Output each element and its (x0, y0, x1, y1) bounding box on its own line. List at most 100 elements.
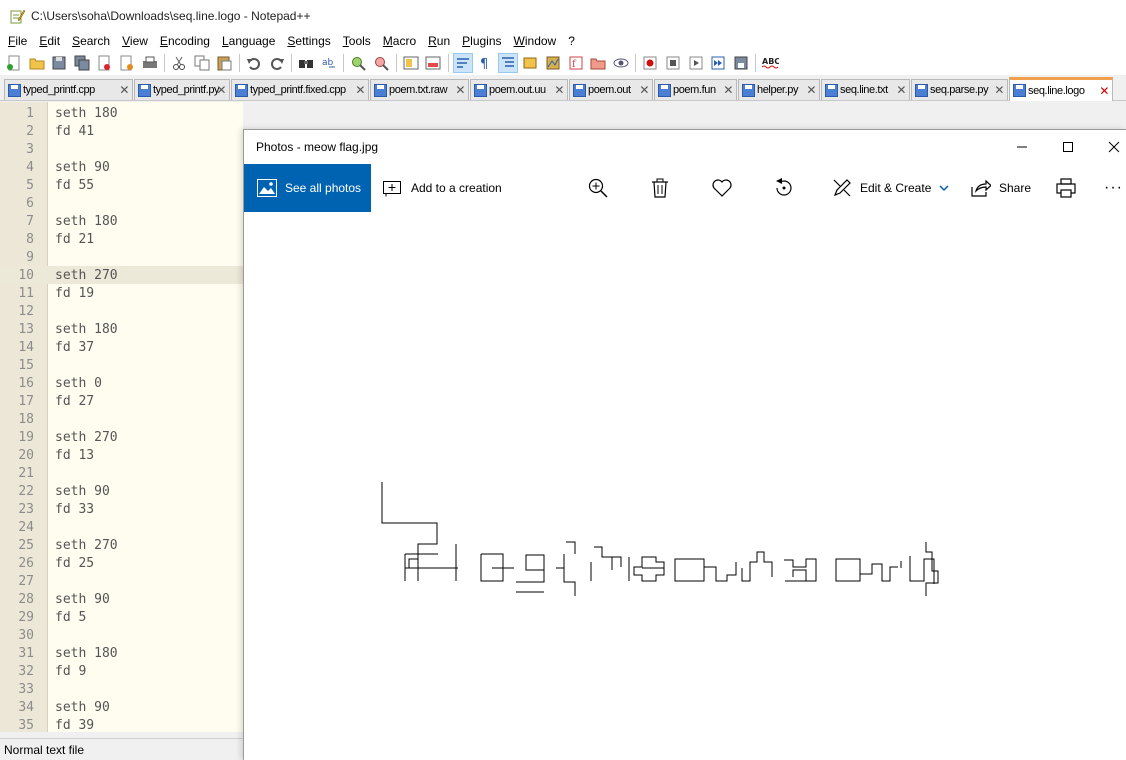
tab-poem-fun[interactable]: poem.fun ✕ (654, 79, 737, 100)
function-list-icon[interactable]: f (566, 53, 586, 73)
zoom-in-icon[interactable] (348, 53, 368, 73)
zoom-out-icon[interactable] (371, 53, 391, 73)
editor-line[interactable]: 2 fd 41 (0, 122, 243, 140)
close-button[interactable] (1091, 130, 1126, 164)
tab-close-icon[interactable]: ✕ (216, 83, 226, 97)
editor-line[interactable]: 22 seth 90 (0, 482, 243, 500)
indent-guide-icon[interactable] (497, 53, 518, 73)
menu-window[interactable]: Window (508, 34, 563, 48)
tab-poem-out-uu[interactable]: poem.out.uu ✕ (470, 79, 568, 100)
play-macro-icon[interactable] (686, 53, 706, 73)
sync-vertical-icon[interactable] (401, 53, 421, 73)
favorite-button[interactable] (711, 164, 733, 212)
editor-line[interactable]: 25 seth 270 (0, 536, 243, 554)
editor-line[interactable]: 30 (0, 626, 243, 644)
tab-close-icon[interactable]: ✕ (455, 83, 465, 97)
print-icon[interactable] (140, 53, 160, 73)
editor-line[interactable]: 35 fd 39 (0, 716, 243, 733)
undo-icon[interactable] (244, 53, 264, 73)
menu-help[interactable]: ? (562, 34, 581, 48)
see-all-photos-button[interactable]: See all photos (244, 164, 371, 212)
record-macro-icon[interactable] (640, 53, 660, 73)
tab-typed-printf-py[interactable]: typed_printf.py ✕ (134, 79, 230, 100)
tab-close-icon[interactable]: ✕ (806, 83, 816, 97)
menu-language[interactable]: Language (216, 34, 281, 48)
editor-line[interactable]: 12 (0, 302, 243, 320)
editor-line[interactable]: 3 (0, 140, 243, 158)
tab-seq-line-logo[interactable]: seq.line.logo ✕ (1009, 77, 1113, 101)
more-options-button[interactable]: ··· (1104, 164, 1123, 212)
maximize-button[interactable] (1045, 130, 1091, 164)
replace-icon[interactable]: ab (319, 53, 339, 73)
paste-icon[interactable] (214, 53, 234, 73)
editor-line[interactable]: 23 fd 33 (0, 500, 243, 518)
open-file-icon[interactable] (27, 53, 47, 73)
close-all-icon[interactable] (117, 53, 137, 73)
menu-tools[interactable]: Tools (337, 34, 377, 48)
tab-poem-txt-raw[interactable]: poem.txt.raw ✕ (370, 79, 469, 100)
save-macro-icon[interactable] (731, 53, 751, 73)
delete-button[interactable] (651, 164, 669, 212)
folder-workspace-icon[interactable] (588, 53, 608, 73)
copy-icon[interactable] (192, 53, 212, 73)
editor-line[interactable]: 15 (0, 356, 243, 374)
editor-line[interactable]: 21 (0, 464, 243, 482)
monitoring-icon[interactable] (611, 53, 631, 73)
tab-close-icon[interactable]: ✕ (896, 83, 906, 97)
tab-typed-printf-fixed-cpp[interactable]: typed_printf.fixed.cpp ✕ (231, 79, 369, 100)
tab-close-icon[interactable]: ✕ (639, 83, 649, 97)
menu-plugins[interactable]: Plugins (456, 34, 507, 48)
text-editor[interactable]: 1 seth 180 2 fd 41 3 4 seth 90 5 fd 55 6 7 seth 180… (0, 102, 243, 732)
menu-view[interactable]: View (116, 34, 154, 48)
tab-close-icon[interactable]: ✕ (1099, 84, 1109, 98)
menu-edit[interactable]: Edit (33, 34, 66, 48)
editor-line[interactable]: 34 seth 90 (0, 698, 243, 716)
save-all-icon[interactable] (72, 53, 92, 73)
redo-icon[interactable] (267, 53, 287, 73)
tab-helper-py[interactable]: helper.py ✕ (738, 79, 820, 100)
editor-line[interactable]: 16 seth 0 (0, 374, 243, 392)
share-button[interactable]: Share (971, 164, 1031, 212)
editor-line[interactable]: 26 fd 25 (0, 554, 243, 572)
cut-icon[interactable] (169, 53, 189, 73)
run-macro-multiple-icon[interactable] (708, 53, 728, 73)
menu-run[interactable]: Run (422, 34, 456, 48)
tab-close-icon[interactable]: ✕ (119, 83, 129, 97)
editor-line[interactable]: 32 fd 9 (0, 662, 243, 680)
edit-create-button[interactable]: Edit & Create (832, 164, 949, 212)
editor-line[interactable]: 14 fd 37 (0, 338, 243, 356)
photo-viewer[interactable] (244, 212, 1126, 760)
editor-line[interactable]: 9 (0, 248, 243, 266)
add-to-creation-button[interactable]: Add to a creation (383, 164, 502, 212)
editor-line[interactable]: 28 seth 90 (0, 590, 243, 608)
editor-line[interactable]: 29 fd 5 (0, 608, 243, 626)
tab-poem-out[interactable]: poem.out ✕ (569, 79, 653, 100)
editor-line[interactable]: 4 seth 90 (0, 158, 243, 176)
editor-line[interactable]: 31 seth 180 (0, 644, 243, 662)
editor-line[interactable]: 8 fd 21 (0, 230, 243, 248)
menu-encoding[interactable]: Encoding (154, 34, 216, 48)
zoom-button[interactable] (588, 164, 608, 212)
editor-line[interactable]: 19 seth 270 (0, 428, 243, 446)
save-icon[interactable] (49, 53, 69, 73)
editor-line[interactable]: 27 (0, 572, 243, 590)
editor-line[interactable]: 11 fd 19 (0, 284, 243, 302)
editor-line[interactable]: 6 (0, 194, 243, 212)
show-all-chars-icon[interactable]: ¶ (475, 53, 495, 73)
rotate-button[interactable] (773, 164, 795, 212)
window-titlebar[interactable]: C:\Users\soha\Downloads\seq.line.logo - … (0, 0, 1126, 31)
doc-map-icon[interactable] (543, 53, 563, 73)
word-wrap-icon[interactable] (452, 53, 473, 73)
find-icon[interactable] (296, 53, 316, 73)
print-button[interactable] (1056, 164, 1076, 212)
menu-macro[interactable]: Macro (377, 34, 422, 48)
editor-line[interactable]: 18 (0, 410, 243, 428)
tab-typed-printf-cpp[interactable]: typed_printf.cpp ✕ (4, 79, 133, 100)
close-file-icon[interactable] (94, 53, 114, 73)
tab-close-icon[interactable]: ✕ (554, 83, 564, 97)
editor-line[interactable]: 13 seth 180 (0, 320, 243, 338)
menu-search[interactable]: Search (66, 34, 116, 48)
tab-close-icon[interactable]: ✕ (994, 83, 1004, 97)
sync-horizontal-icon[interactable] (423, 53, 443, 73)
stop-macro-icon[interactable] (663, 53, 683, 73)
